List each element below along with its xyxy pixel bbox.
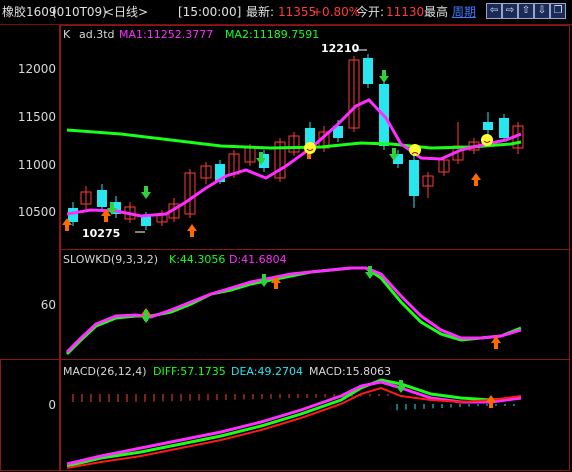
instrument-code: (010T09) — [52, 5, 107, 19]
smile-icon — [304, 142, 316, 154]
period-link[interactable]: 周期 — [452, 5, 476, 19]
macd-indicator-chart — [66, 378, 522, 469]
latest-label: 最新: — [246, 5, 275, 19]
change-percent: +0.80% — [312, 5, 361, 19]
frown-icon — [409, 144, 421, 156]
kd-indicator-chart — [65, 266, 522, 356]
nav-forward-icon[interactable]: ⇨ — [502, 3, 518, 19]
candle-body-down — [483, 122, 493, 130]
y-tick-12000: 12000 — [17, 62, 56, 76]
candle-body-down — [141, 216, 151, 226]
sell-arrow-icon — [141, 186, 151, 199]
candlestick-chart — [62, 49, 524, 237]
macd-axis-box — [0, 359, 60, 471]
kd-panel[interactable]: SLOWKD(9,3,3,2) K:44.3056 D:41.6804 — [60, 249, 570, 360]
latest-value: 11355 — [278, 5, 317, 19]
time-label: [15:00:00] — [178, 5, 242, 19]
y-tick-11500: 11500 — [17, 110, 56, 124]
candle-body-down — [97, 190, 107, 207]
macd-buy-arrow-icon — [486, 395, 496, 408]
buy-arrow-icon — [187, 224, 197, 237]
y-tick-10500: 10500 — [17, 205, 56, 219]
y-tick-60: 60 — [40, 298, 56, 312]
nav-back-icon[interactable]: ⇦ — [486, 3, 502, 19]
instrument-title: 橡胶1609 — [2, 5, 57, 19]
macd-diff-line — [66, 378, 522, 468]
quote-header: 橡胶1609 (010T09) <日线> [15:00:00] 最新: 1135… — [0, 0, 572, 25]
candle-body-down — [363, 58, 373, 84]
period-label: <日线> — [104, 5, 149, 19]
candle-body-down — [499, 118, 509, 138]
kd-k-line — [65, 266, 522, 356]
open-label: 今开: — [356, 5, 385, 19]
y-tick-11000: 11000 — [17, 158, 56, 172]
candle-body-down — [305, 128, 315, 144]
kd-sell-arrow-icon — [141, 310, 151, 323]
kd-d-line — [65, 266, 522, 354]
open-value: 11130 — [386, 5, 425, 19]
nav-restore-icon[interactable]: ❐ — [550, 3, 566, 19]
kline-panel[interactable]: K ad.3td MA1:11252.3777 MA2:11189.7591 1… — [60, 25, 570, 250]
kd-sell-arrow-icon — [259, 274, 269, 287]
macd-panel[interactable]: MACD(26,12,4) DIFF:57.1735 DEA:49.2704 M… — [60, 359, 570, 471]
smile-icon — [481, 134, 493, 146]
nav-down-icon[interactable]: ⇩ — [534, 3, 550, 19]
high-label: 最高 — [424, 5, 449, 19]
candle-body-down — [409, 160, 419, 196]
nav-up-icon[interactable]: ⇧ — [518, 3, 534, 19]
buy-arrow-icon — [471, 173, 481, 186]
sell-arrow-icon — [379, 70, 389, 83]
